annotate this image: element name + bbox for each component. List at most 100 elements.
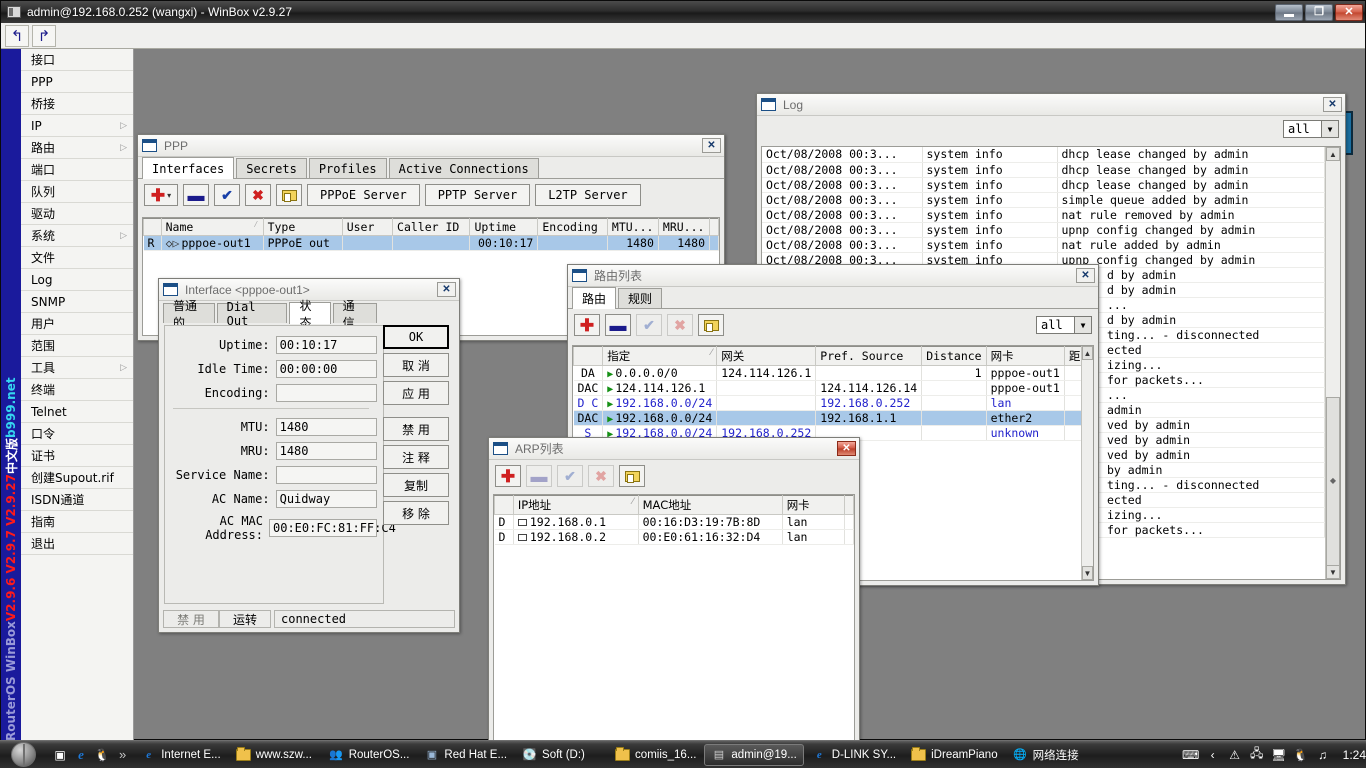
menu-item-8[interactable]: 系统 ▷ [21,225,133,247]
pppoe-server-button[interactable]: PPPoE Server [307,184,420,206]
taskbar-task-0[interactable]: e Internet E... [134,744,227,766]
dialog-button-2[interactable]: 应 用 [383,381,449,405]
menu-item-16[interactable]: Telnet [21,401,133,423]
menu-item-1[interactable]: PPP [21,71,133,93]
column-header[interactable]: Type [262,218,343,236]
menu-item-9[interactable]: 文件 [21,247,133,269]
network-disconnected-icon[interactable]: 🖧 [1249,746,1265,763]
ppp-close-button[interactable]: ✕ [702,138,721,153]
taskbar-task-5[interactable]: comiis_16... [608,744,703,766]
route-remove-button[interactable]: ▬ [605,314,631,336]
route-add-button[interactable]: ✚ [574,314,600,336]
column-header[interactable]: 距 [1063,346,1081,366]
route-disable-button[interactable]: ✖ [667,314,693,336]
tab-interface-3[interactable]: 通 信 [332,299,378,330]
minimize-button[interactable] [1275,3,1303,21]
table-row[interactable]: DAC ▶ 192.168.0.0/24 192.168.1.1 ether2 [573,410,1081,426]
table-row[interactable]: Oct/08/2008 00:3... system info upnp confi… [762,222,1325,238]
route-close-button[interactable]: ✕ [1076,268,1095,283]
column-header[interactable] [573,346,604,366]
dialog-button-6[interactable]: 移 除 [383,501,449,525]
table-row[interactable]: DAC ▶ 124.114.126.1 124.114.126.14 pppoe-out… [573,380,1081,396]
field-input[interactable]: 1480 [275,442,377,460]
music-tray-icon[interactable]: ♫ [1315,747,1331,763]
column-header[interactable] [143,218,162,236]
log-close-button[interactable]: ✕ [1323,97,1342,112]
column-header[interactable]: IP地址 ⁄ [512,495,639,515]
tab-route-1[interactable]: 规则 [618,288,663,308]
close-button[interactable]: ✕ [1335,3,1363,21]
menu-item-7[interactable]: 驱动 [21,203,133,225]
column-header[interactable]: Uptime [469,218,539,236]
menu-item-21[interactable]: 指南 [21,511,133,533]
taskbar-task-2[interactable]: 👥 RouterOS... [322,744,417,766]
taskbar-task-8[interactable]: iDreamPiano [904,744,1004,766]
column-header[interactable]: MRU... [657,218,711,236]
tab-interface-2[interactable]: 状态 [289,299,331,330]
menu-item-15[interactable]: 终端 [21,379,133,401]
redo-button[interactable]: ↱ [32,24,56,47]
arp-enable-button[interactable]: ✔ [557,465,583,487]
column-header[interactable]: 网卡 [985,346,1065,366]
route-filter-dropdown[interactable]: all ▼ [1036,316,1092,334]
qq-tray-icon[interactable]: 🐧 [1293,747,1309,763]
route-enable-button[interactable]: ✔ [636,314,662,336]
log-scrollbar-thumb[interactable]: ◆ [1326,397,1340,572]
monitor-icon[interactable]: 🖥 [1271,747,1287,763]
column-header[interactable]: Name ⁄ [160,218,264,236]
field-input[interactable]: 00:00:00 [275,360,377,378]
column-header[interactable]: User [341,218,394,236]
table-row[interactable]: R ◇▷ pppoe-out1 PPPoE out 00:10:17 1480 1480 [143,235,719,251]
column-header[interactable]: MAC地址 [637,495,783,515]
field-input[interactable]: 00:E0:FC:81:FF:C4 [269,519,396,537]
table-row[interactable]: Oct/08/2008 00:3... system info dhcp lease… [762,147,1325,163]
keyboard-icon[interactable]: ⌨ [1182,747,1199,763]
column-header[interactable]: Encoding [537,218,608,236]
ppp-disable-button[interactable]: ✖ [245,184,271,206]
menu-item-18[interactable]: 证书 [21,445,133,467]
menu-item-17[interactable]: 口令 [21,423,133,445]
table-row[interactable]: Oct/08/2008 00:3... system info simple que… [762,192,1325,208]
table-row[interactable]: Oct/08/2008 00:3... system info dhcp lease… [762,177,1325,193]
column-header[interactable]: 网卡 [781,495,846,515]
tab-ppp-1[interactable]: Secrets [236,158,307,178]
tab-ppp-3[interactable]: Active Connections [388,158,539,178]
dialog-button-4[interactable]: 注 释 [383,445,449,469]
interface-close-button[interactable]: ✕ [437,282,456,297]
menu-item-10[interactable]: Log [21,269,133,291]
field-input[interactable]: 00:10:17 [275,336,377,354]
taskbar-task-4[interactable]: 💽 Soft (D:) [515,744,607,766]
restore-button[interactable]: ❐ [1305,3,1333,21]
menu-item-2[interactable]: 桥接 [21,93,133,115]
field-input[interactable]: Quidway [275,490,377,508]
scroll-down-icon[interactable]: ▼ [1326,565,1340,579]
menu-item-22[interactable]: 退出 [21,533,133,555]
route-scrollbar[interactable]: ▲ ▼ [1080,346,1093,580]
arp-disable-button[interactable]: ✖ [588,465,614,487]
qq-icon[interactable]: 🐧 [94,747,110,763]
ppp-comment-button[interactable] [276,184,302,206]
tab-ppp-2[interactable]: Profiles [308,158,387,178]
start-button[interactable] [2,742,44,768]
menu-item-20[interactable]: ISDN通道 [21,489,133,511]
menu-item-3[interactable]: IP ▷ [21,115,133,137]
column-header[interactable]: 网关 [716,346,817,366]
scroll-up-icon[interactable]: ▲ [1326,147,1340,161]
column-header[interactable]: Pref. Source [815,346,923,366]
ppp-enable-button[interactable]: ✔ [214,184,240,206]
table-row[interactable]: DA ▶ 0.0.0.0/0 124.114.126.1 1 pppoe-out1 [573,365,1081,381]
table-row[interactable]: Oct/08/2008 00:3... system info nat rule r… [762,207,1325,223]
menu-item-12[interactable]: 用户 [21,313,133,335]
arp-comment-button[interactable] [619,465,645,487]
tray-expand-icon[interactable]: ‹ [1205,747,1221,763]
table-row[interactable]: Oct/08/2008 00:3... system info dhcp lease… [762,162,1325,178]
pptp-server-button[interactable]: PPTP Server [424,184,531,206]
arp-remove-button[interactable]: ▬ [526,465,552,487]
tab-interface-0[interactable]: 普通的 [163,299,215,330]
scroll-up-icon[interactable]: ▲ [1081,346,1093,360]
column-header[interactable]: MTU... [606,218,659,236]
menu-item-0[interactable]: 接口 [21,49,133,71]
ppp-add-button[interactable]: ✚ ▾ [144,184,178,206]
column-header[interactable]: Caller ID [392,218,471,236]
dialog-button-0[interactable]: OK [383,325,449,349]
